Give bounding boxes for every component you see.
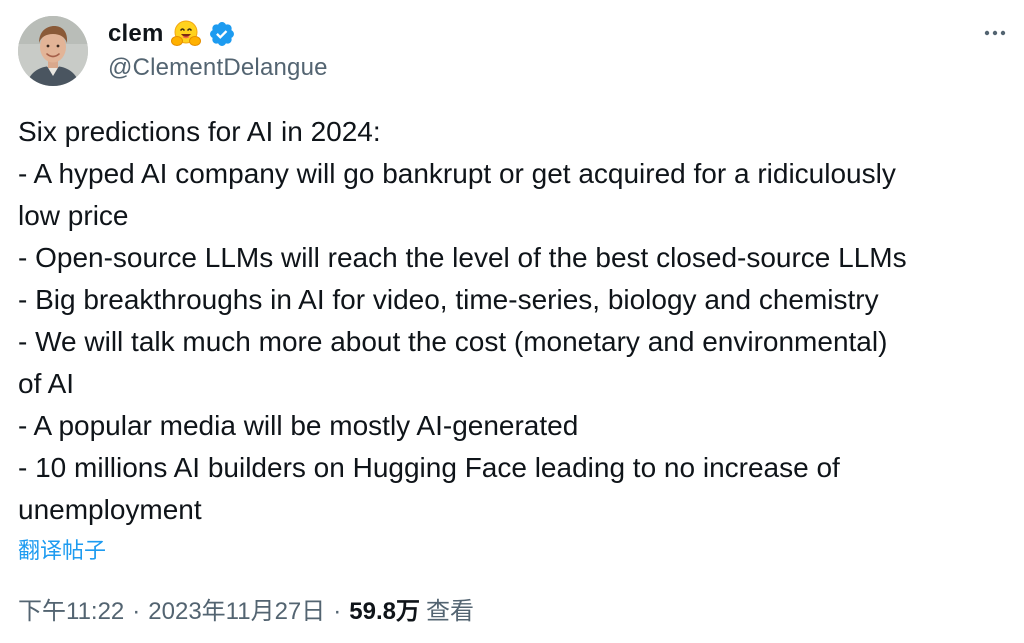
avatar-image xyxy=(18,16,88,86)
meta-separator: · xyxy=(333,598,342,625)
tweet-line: - Open-source LLMs will reach the level … xyxy=(18,242,907,273)
tweet-line: of AI xyxy=(18,368,75,399)
verified-badge-icon[interactable] xyxy=(208,20,236,48)
author-name-row: clem xyxy=(108,17,236,51)
tweet-line: Six predictions for AI in 2024: xyxy=(18,116,381,147)
avatar[interactable] xyxy=(18,16,88,86)
hugging-face-emoji-icon xyxy=(170,18,202,50)
more-options-button[interactable] xyxy=(982,20,1008,46)
tweet-line: - A hyped AI company will go bankrupt or… xyxy=(18,158,896,189)
tweet-text: Six predictions for AI in 2024: - A hype… xyxy=(18,111,1008,531)
tweet-line: - A popular media will be mostly AI-gene… xyxy=(18,410,579,441)
author-handle[interactable]: @ClementDelangue xyxy=(108,54,328,82)
views-count: 59.8万 xyxy=(349,598,420,625)
views-label: 查看 xyxy=(426,598,474,625)
tweet-meta: 下午11:22 · 2023年11月27日 · 59.8万 查看 xyxy=(18,595,474,629)
translate-post-link[interactable]: 翻译帖子 xyxy=(18,536,106,566)
tweet-line: - We will talk much more about the cost … xyxy=(18,326,888,357)
tweet-line: low price xyxy=(18,200,129,231)
tweet-card: clem @ClementDelangue Six predictions fo… xyxy=(0,0,1024,643)
author-display-name[interactable]: clem xyxy=(108,20,164,48)
tweet-line: - 10 millions AI builders on Hugging Fac… xyxy=(18,452,840,483)
tweet-time[interactable]: 下午11:22 xyxy=(18,595,124,629)
more-horizontal-icon xyxy=(984,30,1006,36)
tweet-line: - Big breakthroughs in AI for video, tim… xyxy=(18,284,879,315)
tweet-date[interactable]: 2023年11月27日 xyxy=(148,595,325,629)
meta-separator: · xyxy=(132,598,141,625)
tweet-line: unemployment xyxy=(18,494,202,525)
